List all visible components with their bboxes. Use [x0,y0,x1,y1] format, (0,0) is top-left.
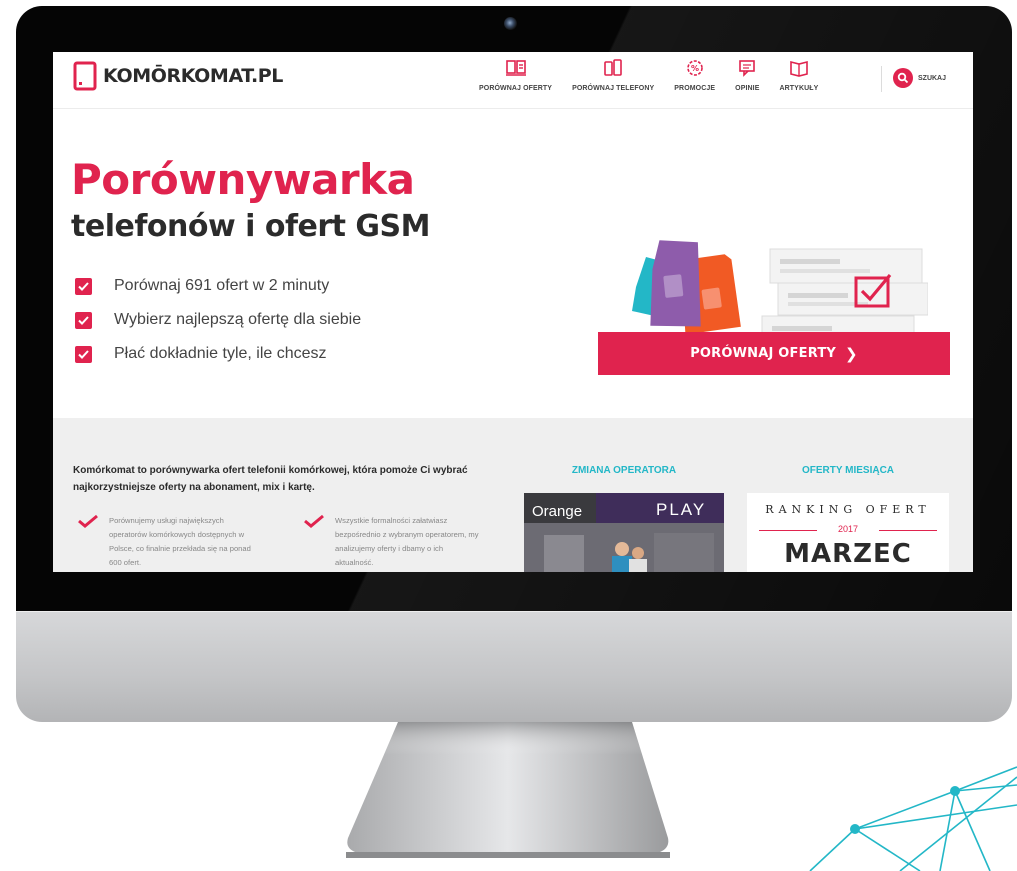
about-column: Wszystkie formalności załatwiasz bezpośr… [303,514,483,570]
ranking-month: MARZEC [784,539,912,569]
nav-label: PORÓWNAJ OFERTY [479,85,553,92]
list-item: Płać dokładnie tyle, ile chcesz [75,337,361,371]
search-label: SZUKAJ [918,74,947,82]
divider [879,530,937,531]
benefit-text: Płać dokładnie tyle, ile chcesz [114,345,327,362]
site-header: KOMŌRKOMAT.PL PORÓWNAJ OFERTY PORÓWNAJ T… [53,52,973,109]
network-lines-decoration [809,766,1017,871]
offers-of-month-title: OFERTY MIESIĄCA [801,465,895,476]
about-text: Wszystkie formalności załatwiasz bezpośr… [335,516,479,567]
benefits-list: Porównaj 691 ofert w 2 minuty Wybierz na… [75,269,361,371]
about-text: Porównujemy usługi największych operator… [109,516,251,567]
monitor-chin [16,611,1012,722]
articles-icon [790,60,808,77]
hero-subtitle: telefonów i ofert GSM [71,209,431,244]
phone-logo-icon [73,61,97,91]
nav-label: PROMOCJE [674,85,716,92]
promotions-icon: % [686,60,703,76]
benefit-text: Porównaj 691 ofert w 2 minuty [114,277,330,294]
nav-promotions[interactable]: % PROMOCJE [674,59,715,101]
about-section: Komórkomat to porównywarka ofert telefon… [53,418,973,572]
checkmark-icon [78,514,98,528]
nav-label: PORÓWNAJ TELEFONY [572,85,655,92]
ranking-title: RANKING OFERT [765,503,931,516]
compare-offers-button[interactable]: PORÓWNAJ OFERTY ❯ [598,332,950,375]
search-icon [893,68,913,88]
operator-change-title: ZMIANA OPERATORA [571,465,677,476]
operator-change-card[interactable]: Orange PLAY [524,493,724,572]
about-intro: Komórkomat to porównywarka ofert telefon… [73,465,468,493]
about-column: Porównujemy usługi największych operator… [77,514,257,570]
compare-offers-icon [505,60,526,76]
cta-label: PORÓWNAJ OFERTY [690,346,837,361]
list-item: Wybierz najlepszą ofertę dla siebie [75,303,361,337]
checkmark-icon [75,311,92,329]
reviews-icon [739,60,756,77]
ranking-year-row: 2017 [759,524,937,536]
camera-icon [504,17,517,30]
search-button[interactable]: SZUKAJ [893,68,946,88]
benefit-text: Wybierz najlepszą ofertę dla siebie [114,311,362,328]
offers-ranking-card[interactable]: RANKING OFERT 2017 MARZEC [747,493,949,572]
nav-compare-phones[interactable]: PORÓWNAJ TELEFONY [572,59,654,101]
logo-text: KOMŌRKOMAT.PL [103,65,283,87]
store-photo-image: Orange PLAY [524,493,724,572]
orange-brand-text: Orange [532,503,582,520]
checkmark-icon [75,277,92,295]
checkmark-icon [75,345,92,363]
nav-label: OPINIE [735,85,760,92]
list-item: Porównaj 691 ofert w 2 minuty [75,269,361,303]
chevron-right-icon: ❯ [845,344,858,363]
checkmark-icon [304,514,324,528]
hero-section: Porównywarka telefonów i ofert GSM Porów… [53,109,973,419]
nav-articles[interactable]: ARTYKUŁY [779,59,818,101]
nav-compare-offers[interactable]: PORÓWNAJ OFERTY [479,59,552,101]
hero-title: Porównywarka [71,155,415,204]
ranking-year: 2017 [837,524,859,534]
svg-text:%: % [691,64,699,73]
play-brand-text: PLAY [656,500,706,519]
browser-screen: KOMŌRKOMAT.PL PORÓWNAJ OFERTY PORÓWNAJ T… [53,52,973,572]
compare-phones-icon [604,59,622,76]
site-logo[interactable]: KOMŌRKOMAT.PL [73,61,283,91]
main-nav: PORÓWNAJ OFERTY PORÓWNAJ TELEFONY % PROM… [479,59,838,101]
nav-label: ARTYKUŁY [779,85,819,92]
nav-divider [881,66,882,92]
nav-reviews[interactable]: OPINIE [735,59,759,101]
